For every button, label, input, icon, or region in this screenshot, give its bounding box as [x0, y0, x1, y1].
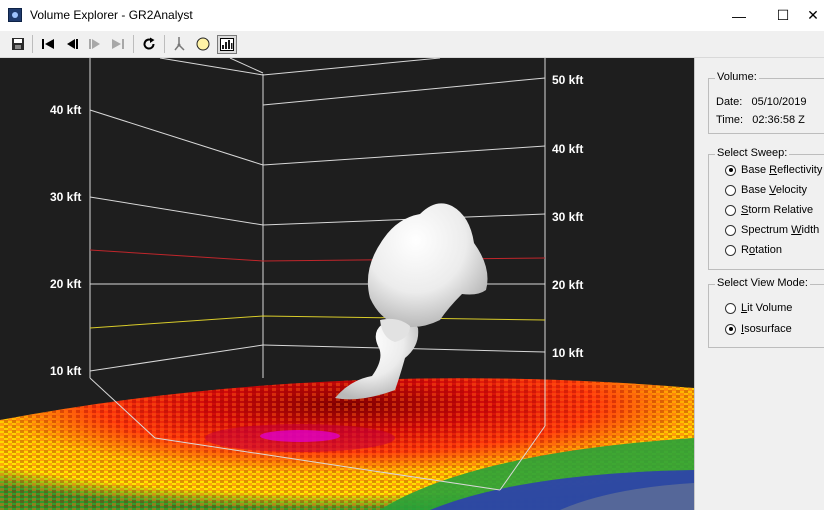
hail-core — [260, 430, 340, 442]
sweep-option[interactable]: Base Reflectivity — [725, 164, 822, 176]
title-bar: Volume Explorer - GR2Analyst — ☐ ✕ — [0, 0, 824, 31]
sweep-option-label: Spectrum Width — [741, 224, 820, 236]
control-panel: Volume: Date: 05/10/2019 Time: 02:36:58 … — [694, 58, 824, 510]
last-frame-icon[interactable] — [109, 35, 127, 53]
volume-group: Volume: Date: 05/10/2019 Time: 02:36:58 … — [708, 71, 824, 134]
toolbar — [0, 31, 824, 58]
sweep-option[interactable]: Spectrum Width — [725, 224, 819, 236]
volume-scene: 40 kft 30 kft 20 kft 10 kft 50 kft 40 kf… — [0, 58, 694, 510]
light-bulb-icon[interactable] — [194, 35, 212, 53]
view-mode-option-label: Isosurface — [741, 323, 792, 335]
view-mode-group: Select View Mode: Lit Volume Isosurface — [708, 277, 824, 348]
sweep-group-title: Select Sweep: — [715, 147, 790, 159]
volume-3d-view[interactable]: 40 kft 30 kft 20 kft 10 kft 50 kft 40 kf… — [0, 58, 694, 510]
chart-toggle-icon[interactable] — [217, 35, 237, 54]
sweep-option-label: Rotation — [741, 244, 782, 256]
left-axis-label: 40 kft — [50, 103, 81, 117]
sweep-option-label: Base Reflectivity — [741, 164, 823, 176]
time-value: 02:36:58 Z — [752, 114, 805, 126]
sweep-group: Select Sweep: Base Reflectivity Base Velo… — [708, 147, 824, 270]
minus-20c-level-line — [89, 315, 546, 329]
sweep-radio[interactable] — [725, 164, 736, 176]
isosurface-storm — [335, 203, 488, 400]
left-axis-label: 20 kft — [50, 277, 81, 291]
step-forward-icon[interactable] — [86, 35, 104, 53]
save-icon[interactable] — [9, 35, 27, 53]
probe-icon[interactable] — [171, 35, 189, 53]
left-axis-label: 10 kft — [50, 364, 81, 378]
volume-group-title: Volume: — [715, 71, 759, 83]
left-axis-label: 30 kft — [50, 190, 81, 204]
sweep-option-label: Storm Relative — [741, 204, 814, 216]
view-mode-option-label: Lit Volume — [741, 302, 793, 314]
sweep-option[interactable]: Base Velocity — [725, 184, 807, 196]
sweep-option[interactable]: Rotation — [725, 244, 782, 256]
view-mode-option[interactable]: Lit Volume — [725, 302, 792, 314]
sweep-radio[interactable] — [725, 184, 736, 196]
right-axis-label: 20 kft — [552, 278, 583, 292]
right-axis-label: 50 kft — [552, 73, 583, 87]
close-button[interactable]: ✕ — [802, 0, 824, 31]
date-value: 05/10/2019 — [751, 96, 807, 108]
time-label: Time: — [716, 114, 744, 126]
date-row: Date: 05/10/2019 — [716, 96, 807, 108]
window-title: Volume Explorer - GR2Analyst — [30, 8, 193, 22]
time-row: Time: 02:36:58 Z — [716, 114, 805, 126]
right-axis-label: 10 kft — [552, 346, 583, 360]
minimize-button[interactable]: — — [716, 0, 762, 31]
view-mode-radio[interactable] — [725, 323, 736, 335]
maximize-button[interactable]: ☐ — [760, 0, 806, 31]
sweep-option[interactable]: Storm Relative — [725, 204, 813, 216]
right-axis-label: 30 kft — [552, 210, 583, 224]
right-axis-label: 40 kft — [552, 142, 583, 156]
toolbar-separator — [164, 35, 165, 53]
sweep-radio[interactable] — [725, 224, 736, 236]
view-mode-radio[interactable] — [725, 302, 736, 314]
step-back-icon[interactable] — [63, 35, 81, 53]
sweep-radio[interactable] — [725, 244, 736, 256]
refresh-icon[interactable] — [140, 35, 158, 53]
first-frame-icon[interactable] — [39, 35, 57, 53]
sweep-option-label: Base Velocity — [741, 184, 808, 196]
toolbar-separator — [133, 35, 134, 53]
view-mode-option[interactable]: Isosurface — [725, 323, 792, 335]
date-label: Date: — [716, 96, 743, 108]
sweep-radio[interactable] — [725, 204, 736, 216]
app-icon — [8, 8, 22, 22]
toolbar-separator — [32, 35, 33, 53]
view-mode-group-title: Select View Mode: — [715, 277, 810, 289]
